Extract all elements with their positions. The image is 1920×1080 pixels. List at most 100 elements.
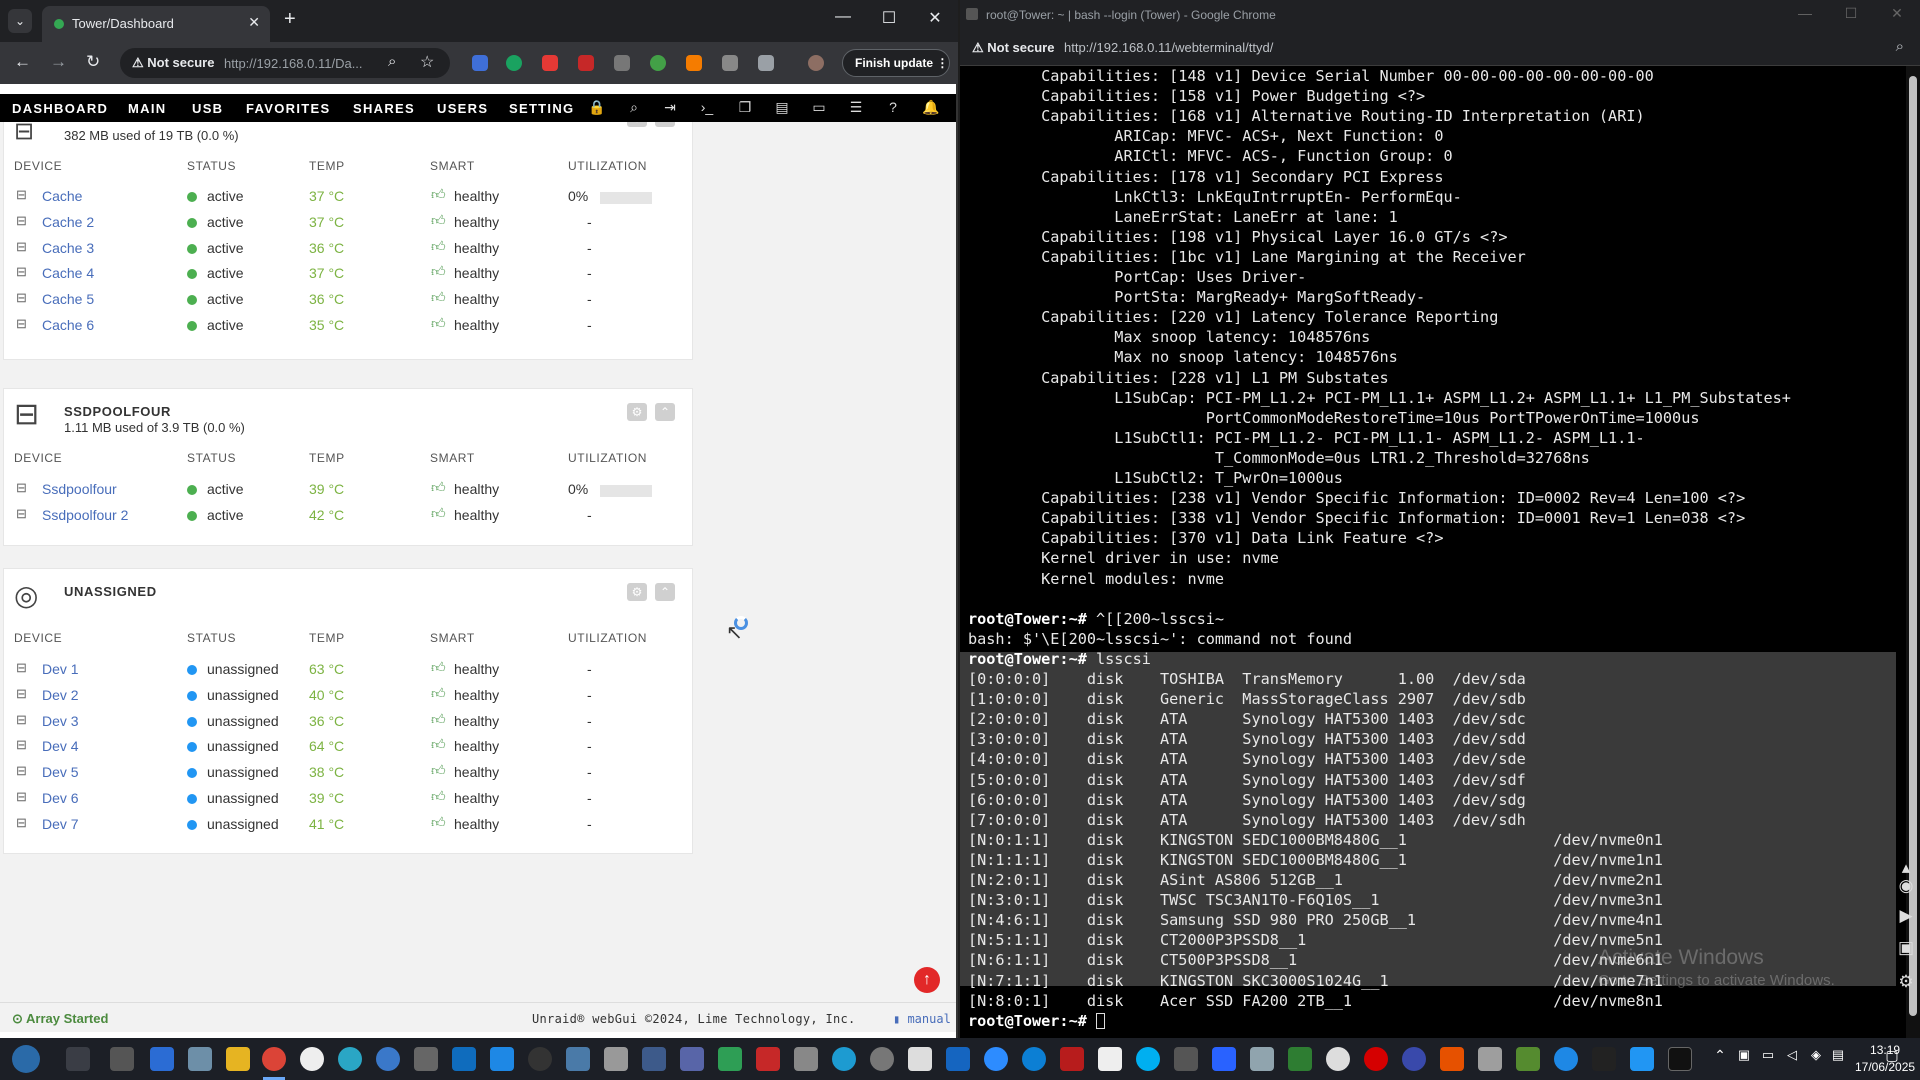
gear-icon[interactable]: ⚙: [627, 583, 647, 601]
app-icon[interactable]: [1326, 1047, 1350, 1071]
avatar[interactable]: [808, 55, 824, 71]
minimize-icon[interactable]: —: [828, 8, 858, 26]
network-icon[interactable]: ▭: [1756, 1047, 1780, 1071]
tray-icon[interactable]: ◈: [1804, 1047, 1828, 1071]
device-link[interactable]: Cache: [42, 188, 82, 204]
new-tab-button[interactable]: +: [284, 8, 296, 31]
smart-status[interactable]: healthy: [454, 713, 499, 729]
app-icon[interactable]: [870, 1047, 894, 1071]
smart-status[interactable]: healthy: [454, 188, 499, 204]
download-icon[interactable]: [614, 55, 630, 71]
start-orb-icon[interactable]: [12, 1045, 40, 1073]
task-view-icon[interactable]: [66, 1047, 90, 1071]
app-icon[interactable]: [794, 1047, 818, 1071]
app-icon[interactable]: [1288, 1047, 1312, 1071]
right-address-bar[interactable]: ⚠ Not secure http://192.168.0.11/webterm…: [960, 30, 1920, 66]
device-link[interactable]: Dev 2: [42, 687, 79, 703]
smart-status[interactable]: healthy: [454, 661, 499, 677]
device-link[interactable]: Dev 1: [42, 661, 79, 677]
tab-tower-dashboard[interactable]: Tower/Dashboard ✕: [42, 6, 270, 42]
device-link[interactable]: Ssdpoolfour 2: [42, 507, 128, 523]
app-icon[interactable]: [946, 1047, 970, 1071]
feedback-icon[interactable]: ▤: [774, 99, 790, 116]
app-icon[interactable]: [338, 1047, 362, 1071]
logout-icon[interactable]: ⇥: [662, 99, 678, 116]
app-icon[interactable]: [1630, 1047, 1654, 1071]
not-secure-badge[interactable]: ⚠ Not secure: [132, 55, 214, 71]
smart-status[interactable]: healthy: [454, 816, 499, 832]
device-link[interactable]: Dev 6: [42, 790, 79, 806]
tab-close-icon[interactable]: ✕: [248, 14, 260, 31]
close-window-icon[interactable]: ✕: [1882, 5, 1912, 22]
extension-icon[interactable]: [542, 55, 558, 71]
maximize-icon[interactable]: ☐: [1836, 5, 1866, 22]
camera-icon[interactable]: ◉: [1894, 876, 1918, 900]
app-icon[interactable]: [452, 1047, 476, 1071]
device-link[interactable]: Dev 7: [42, 816, 79, 832]
tray-chevron-icon[interactable]: ⌃: [1708, 1047, 1732, 1071]
tray-icon[interactable]: ▣: [1732, 1047, 1756, 1071]
adblock-icon[interactable]: [578, 55, 594, 71]
app-icon[interactable]: [1250, 1047, 1274, 1071]
app-icon[interactable]: [1592, 1047, 1616, 1071]
smart-status[interactable]: healthy: [454, 291, 499, 307]
app-icon[interactable]: [756, 1047, 780, 1071]
edge-icon[interactable]: [1022, 1047, 1046, 1071]
app-icon[interactable]: [528, 1047, 552, 1071]
app-icon[interactable]: [718, 1047, 742, 1071]
terminal-icon[interactable]: ›_: [699, 99, 715, 115]
skype-icon[interactable]: [1136, 1047, 1160, 1071]
app-icon[interactable]: [1478, 1047, 1502, 1071]
forward-icon[interactable]: →: [50, 52, 67, 72]
app-icon[interactable]: [150, 1047, 174, 1071]
app-icon[interactable]: [1516, 1047, 1540, 1071]
collapse-icon[interactable]: ⌃: [655, 122, 675, 127]
smart-status[interactable]: healthy: [454, 687, 499, 703]
device-link[interactable]: Dev 5: [42, 764, 79, 780]
extension-icon[interactable]: [686, 55, 702, 71]
smart-status[interactable]: healthy: [454, 265, 499, 281]
device-link[interactable]: Cache 5: [42, 291, 94, 307]
app-icon[interactable]: [414, 1047, 438, 1071]
finish-update-button[interactable]: Finish update ⋮: [842, 49, 950, 77]
file-explorer-icon[interactable]: [226, 1047, 250, 1071]
zoom-app-icon[interactable]: [984, 1047, 1008, 1071]
smart-status[interactable]: healthy: [454, 481, 499, 497]
volume-icon[interactable]: ◁: [1780, 1047, 1804, 1071]
windows-icon[interactable]: ❐: [737, 99, 753, 116]
smart-status[interactable]: healthy: [454, 317, 499, 333]
grammarly-icon[interactable]: [506, 55, 522, 71]
smart-status[interactable]: healthy: [454, 507, 499, 523]
reload-icon[interactable]: ↻: [86, 52, 100, 72]
back-icon[interactable]: ←: [14, 52, 31, 72]
app-icon[interactable]: [1440, 1047, 1464, 1071]
app-icon[interactable]: [1060, 1047, 1084, 1071]
smart-status[interactable]: healthy: [454, 764, 499, 780]
nav-usb[interactable]: USB: [192, 101, 223, 116]
app-icon[interactable]: [1098, 1047, 1122, 1071]
minimize-icon[interactable]: —: [1790, 5, 1820, 21]
app-icon[interactable]: [642, 1047, 666, 1071]
app-icon[interactable]: [300, 1047, 324, 1071]
monitor-icon[interactable]: ▭: [811, 99, 827, 116]
nav-shares[interactable]: SHARES: [353, 101, 415, 116]
nav-dashboard[interactable]: DASHBOARD: [12, 101, 108, 116]
smart-status[interactable]: healthy: [454, 240, 499, 256]
device-link[interactable]: Cache 6: [42, 317, 94, 333]
app-icon[interactable]: [490, 1047, 514, 1071]
app-icon[interactable]: [376, 1047, 400, 1071]
opera-icon[interactable]: [1364, 1047, 1388, 1071]
app-icon[interactable]: [1554, 1047, 1578, 1071]
terminal-app-icon[interactable]: [1668, 1047, 1692, 1071]
zoom-icon[interactable]: ⌕: [388, 53, 396, 70]
gear-icon[interactable]: ⚙: [627, 122, 647, 127]
app-icon[interactable]: [1174, 1047, 1198, 1071]
help-icon[interactable]: ?: [885, 99, 901, 115]
address-bar[interactable]: ⚠ Not secure http://192.168.0.11/Da... ⌕…: [120, 48, 450, 78]
bell-icon[interactable]: 🔔: [922, 99, 939, 116]
nav-settings[interactable]: SETTING: [509, 101, 581, 116]
nav-users[interactable]: USERS: [437, 101, 488, 116]
device-link[interactable]: Cache 3: [42, 240, 94, 256]
zoom-icon[interactable]: ⌕: [1896, 38, 1904, 55]
app-icon[interactable]: [188, 1047, 212, 1071]
